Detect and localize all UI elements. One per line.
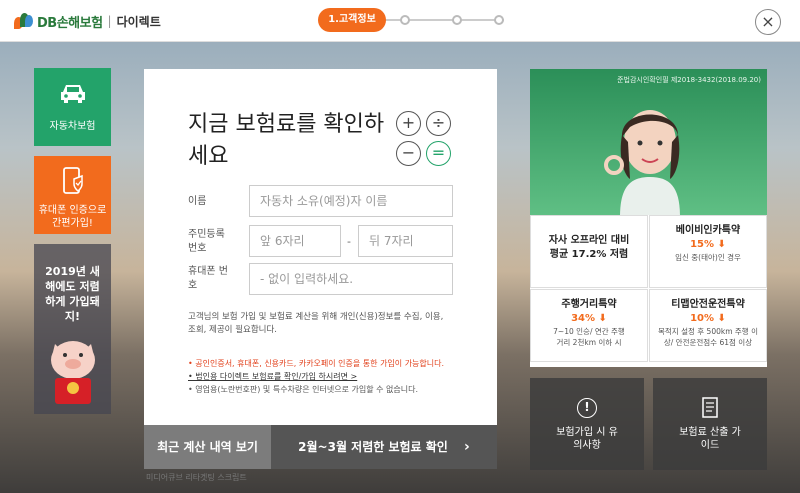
phone-input[interactable]: - 없이 입력하세요. (249, 263, 453, 295)
cheap-premium-label: 2월~3월 저렴한 보험료 확인 (298, 440, 448, 454)
brand-name: DB손해보험 (37, 15, 103, 31)
baby-rider-cell[interactable]: 베이비인카특약 15% ⬇ 임신 중(태아)인 경우 (649, 215, 767, 288)
db-logo-icon (14, 11, 34, 31)
promo-panel: 준법감시인확인필 제2018-3432(2018.09.20) 자사 오프라인 … (530, 69, 767, 367)
tmap-rider-desc: 목적지 설정 후 500km 주행 이상/ 안전운전점수 61점 이상 (658, 327, 758, 347)
step-dot-3 (452, 15, 462, 25)
privacy-notice: 고객님의 보험 가입 및 보험료 계산을 위해 개인(신용)정보를 수집, 이용… (188, 312, 444, 335)
baby-rider-rate: 15% ⬇ (690, 239, 726, 250)
name-label: 이름 (188, 196, 207, 207)
sidebar-car-insurance[interactable]: 자동차보험 (34, 68, 111, 146)
baby-rider-desc: 임신 중(태아)인 경우 (675, 253, 741, 262)
rrn-back-input[interactable]: 뒤 7자리 (358, 225, 453, 257)
promo-text: 2019년 새해에도 저렴하게 가입돼지! (45, 265, 100, 323)
tmap-rider-cell[interactable]: 티맵안전운전특약 10% ⬇ 목적지 설정 후 500km 주행 이상/ 안전운… (649, 289, 767, 362)
step-line (378, 19, 504, 21)
rrn-dash: - (347, 235, 351, 248)
step-dot-4 (494, 15, 504, 25)
phone-shield-icon (62, 167, 83, 194)
mileage-rider-title: 주행거리특약 (561, 299, 617, 310)
phone-label: 휴대폰 인증으로 간편가입! (38, 205, 107, 229)
premium-guide-label: 보험료 산출 가이드 (679, 427, 741, 451)
sidebar-phone-auth[interactable]: 휴대폰 인증으로 간편가입! (34, 156, 111, 234)
model-photo-icon (604, 110, 680, 215)
bullet-corporate-link[interactable]: • 법인용 다이렉트 보험료를 확인/가입 하시려면 > (188, 370, 463, 383)
step-indicator: 1.고객정보 (318, 8, 504, 32)
sidebar-new-year-promo[interactable]: 2019년 새해에도 저렴하게 가입돼지! (34, 244, 111, 414)
promo-banner: 준법감시인확인필 제2018-3432(2018.09.20) (530, 69, 767, 215)
logo[interactable]: DB손해보험 | 다이렉트 (14, 11, 161, 31)
step-dot-2 (400, 15, 410, 25)
join-caution-label: 보험가입 시 유의사항 (556, 427, 618, 451)
bullet-commercial: • 영업용(노란번호판) 및 특수차량은 인터넷으로 가입할 수 없습니다. (188, 385, 419, 394)
form-title: 지금 보험료를 확인하세요 (188, 112, 385, 169)
name-input[interactable]: 자동차 소유(예정)자 이름 (249, 185, 453, 217)
recent-calc-button[interactable]: 최근 계산 내역 보기 (144, 425, 271, 469)
top-bar: DB손해보험 | 다이렉트 1.고객정보 × (0, 0, 800, 42)
exclamation-icon: ! (577, 398, 597, 418)
offline-discount-cell[interactable]: 자사 오프라인 대비 평균 17.2% 저렴 (530, 215, 648, 288)
car-label: 자동차보험 (49, 121, 96, 132)
registration-number: 준법감시인확인필 제2018-3432(2018.09.20) (617, 76, 761, 84)
mileage-rider-desc: 7~10 인승/ 연간 주행거리 2천km 이하 시 (553, 327, 625, 347)
brand-sub: 다이렉트 (116, 14, 161, 29)
tmap-rider-rate: 10% ⬇ (690, 313, 726, 324)
notice-bullets: • 공인인증서, 휴대폰, 신용카드, 카카오페이 인증을 통한 가입이 가능합… (188, 357, 463, 396)
mileage-rider-cell[interactable]: 주행거리특약 34% ⬇ 7~10 인승/ 연간 주행거리 2천km 이하 시 (530, 289, 648, 362)
rrn-front-input[interactable]: 앞 6자리 (249, 225, 341, 257)
calculator-icon: + ÷ − = (396, 111, 454, 167)
chevron-right-icon: › (464, 439, 470, 455)
close-button[interactable]: × (755, 9, 781, 35)
cheap-premium-button[interactable]: 2월~3월 저렴한 보험료 확인 › (271, 425, 497, 469)
join-caution-button[interactable]: ! 보험가입 시 유의사항 (530, 378, 644, 470)
broken-image-alt: 미디어큐브 리타겟팅 스크립트 (146, 473, 247, 482)
offline-discount-rate: 평균 17.2% 저렴 (549, 249, 629, 260)
pig-icon (50, 341, 95, 404)
mileage-rider-rate: 34% ⬇ (571, 313, 607, 324)
tmap-rider-title: 티맵안전운전특약 (671, 299, 745, 310)
rrn-label: 주민등록 번호 (188, 229, 225, 254)
quote-form-panel: 지금 보험료를 확인하세요 + ÷ − = 이름 자동차 소유(예정)자 이름 … (144, 69, 497, 425)
premium-guide-button[interactable]: 보험료 산출 가이드 (653, 378, 767, 470)
document-icon (702, 397, 718, 418)
offline-discount-title: 자사 오프라인 대비 (548, 235, 630, 246)
brand-separator: | (107, 14, 112, 28)
phone-label: 휴대폰 번호 (188, 266, 228, 291)
baby-rider-title: 베이비인카특약 (675, 225, 741, 236)
car-icon (60, 85, 85, 103)
bullet-auth: • 공인인증서, 휴대폰, 신용카드, 카카오페이 인증을 통한 가입이 가능합… (188, 359, 445, 368)
step-active: 1.고객정보 (318, 8, 386, 32)
